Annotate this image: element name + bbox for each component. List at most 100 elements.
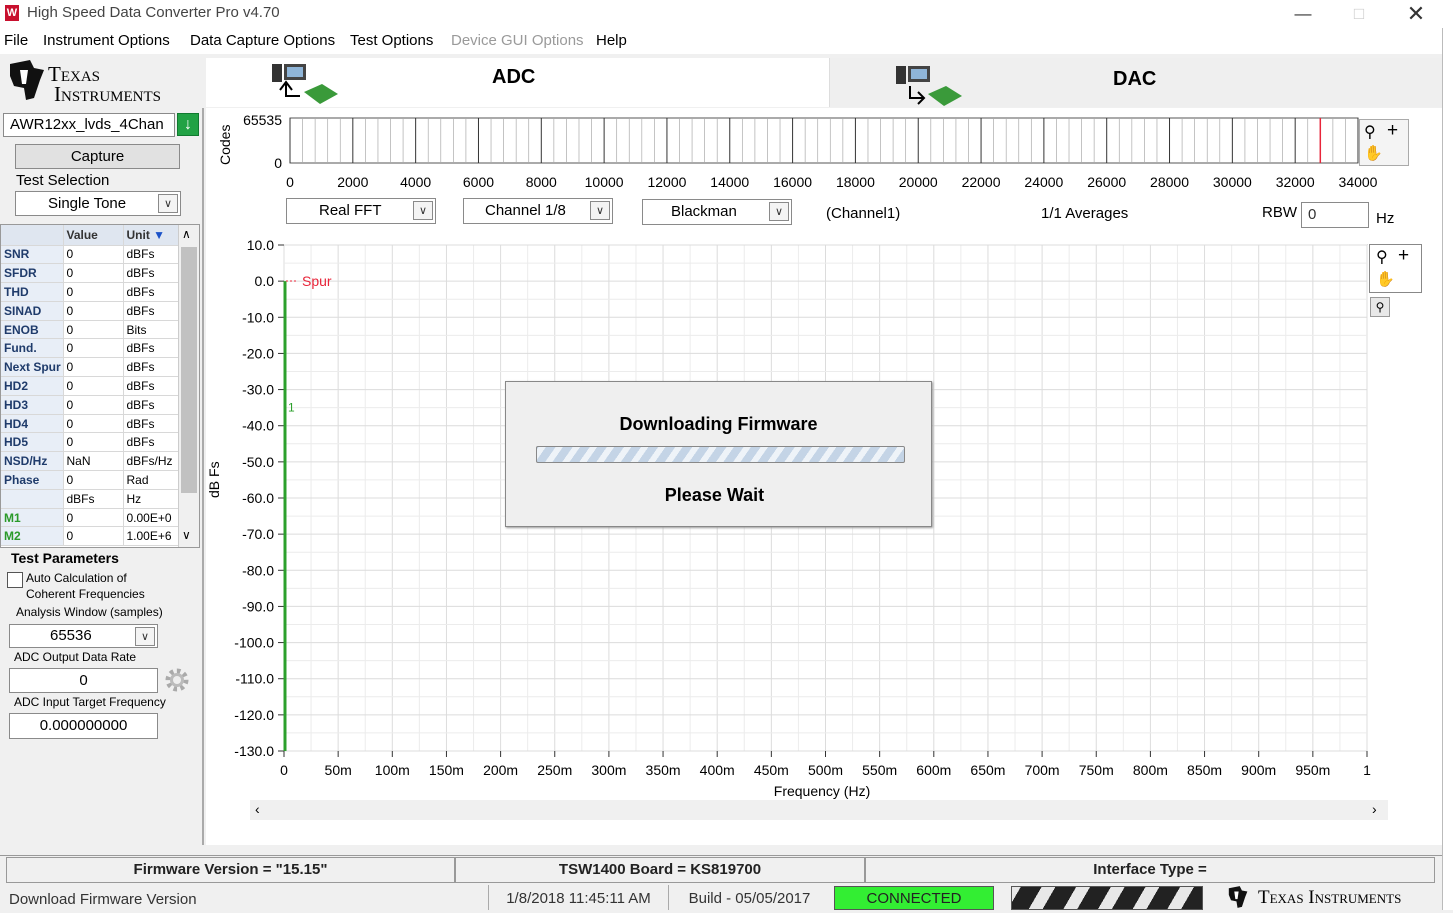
measurements-table: Value Unit ▼ SNR 0 dBFs SFDR 0 dBFs THD 0 dBFs SI… [0, 224, 200, 548]
measurement-name: HD4 [1, 414, 64, 434]
pan-hand-icon[interactable]: ✋ [1364, 144, 1383, 162]
codes-chart: 0 2000 4000 6000 8000 10000 12000 14000 16000 180… [217, 112, 1378, 190]
zoom-icon[interactable]: ⚲ [1364, 122, 1376, 142]
output-rate-label: ADC Output Data Rate [14, 650, 137, 664]
fft-ytick-label: -110.0 [235, 671, 274, 687]
capture-button[interactable]: Capture [15, 144, 180, 169]
menu-data-capture-options[interactable]: Data Capture Options [190, 32, 335, 49]
chevron-down-icon[interactable]: ∨ [413, 201, 433, 220]
tab-dac[interactable]: DAC [829, 58, 1442, 107]
measurement-name: HD5 [1, 432, 64, 453]
fft-xtick-label: 950m [1295, 762, 1330, 778]
scroll-up-icon[interactable]: ∧ [182, 227, 191, 241]
table-row[interactable]: SFDR 0 dBFs [1, 263, 179, 284]
measurement-value: dBFs [63, 489, 124, 509]
menu-instrument-options[interactable]: Instrument Options [43, 32, 170, 49]
chevron-down-icon[interactable]: ∨ [135, 627, 155, 646]
table-row[interactable]: SINAD 0 dBFs [1, 301, 179, 321]
codes-xtick-label: 18000 [836, 174, 875, 190]
adc-device-icon [272, 64, 338, 104]
table-row[interactable]: HD2 0 dBFs [1, 376, 179, 396]
table-row[interactable]: HD3 0 dBFs [1, 395, 179, 415]
table-row[interactable]: HD5 0 dBFs [1, 432, 179, 453]
auto-calc-checkbox[interactable] [7, 572, 23, 588]
auto-calc-label: Auto Calculation of Coherent Frequencies [26, 571, 145, 601]
rbw-input[interactable]: 0 [1301, 202, 1369, 228]
table-row[interactable]: NSD/Hz NaN dBFs/Hz [1, 451, 179, 472]
target-freq-input[interactable]: 0.000000000 [9, 713, 158, 739]
tab-adc[interactable]: ADC [206, 58, 829, 107]
header-unit[interactable]: Unit ▼ [123, 225, 179, 246]
chevron-down-icon[interactable]: ∨ [769, 202, 789, 221]
table-row[interactable]: M2 0 1.00E+6 [1, 526, 179, 547]
fft-xtick-label: 850m [1187, 762, 1222, 778]
scroll-down-icon[interactable]: ∨ [182, 528, 191, 542]
close-button[interactable]: ✕ [1393, 2, 1439, 26]
test-selection-combo[interactable]: Single Tone ∨ [15, 191, 181, 216]
crosshair-icon[interactable]: + [1387, 120, 1398, 142]
codes-xtick-label: 10000 [585, 174, 624, 190]
output-rate-input[interactable]: 0 [9, 668, 158, 693]
measurement-value: NaN [63, 451, 124, 472]
app-icon: W [5, 5, 19, 21]
measurement-value: 0 [63, 508, 124, 528]
gear-icon[interactable] [164, 667, 190, 693]
codes-plot-frame [289, 117, 1359, 164]
device-select[interactable]: AWR12xx_lvds_4Chan [3, 113, 175, 137]
measurement-unit: Rad [123, 470, 179, 490]
channel-combo[interactable]: Channel 1/8 ∨ [463, 198, 613, 224]
codes-xtick-label: 20000 [899, 174, 938, 190]
measurement-name: HD3 [1, 395, 64, 415]
maximize-button[interactable]: □ [1336, 2, 1382, 26]
board-status: TSW1400 Board = KS819700 [455, 857, 865, 883]
table-row[interactable]: Next Spur 0 dBFs [1, 357, 179, 378]
scroll-right-icon[interactable]: › [1372, 801, 1377, 817]
table-row[interactable]: HD4 0 dBFs [1, 414, 179, 434]
scroll-thumb[interactable] [181, 247, 197, 493]
table-header: Value Unit ▼ [1, 225, 179, 246]
chevron-down-icon[interactable]: ∨ [590, 201, 610, 220]
table-row[interactable]: Fund. 0 dBFs [1, 338, 179, 359]
fft-xtick-label: 100m [375, 762, 410, 778]
crosshair-icon[interactable]: + [1398, 245, 1409, 267]
codes-ylabel: Codes [217, 125, 233, 165]
pan-hand-icon[interactable]: ✋ [1376, 270, 1395, 288]
window-combo[interactable]: Blackman ∨ [642, 199, 792, 225]
table-row[interactable]: THD 0 dBFs [1, 282, 179, 302]
codes-xtick-label: 2000 [337, 174, 368, 190]
fft-horizontal-scrollbar[interactable]: ‹ › [250, 800, 1388, 820]
table-row[interactable]: dBFs Hz [1, 489, 179, 509]
menu-bar: File Instrument Options Data Capture Opt… [0, 28, 1442, 54]
fft-ylabel: dB Fs [206, 461, 222, 498]
menu-help[interactable]: Help [596, 32, 627, 49]
zoom-icon[interactable]: ⚲ [1376, 247, 1388, 267]
table-row[interactable]: Phase 0 Rad [1, 470, 179, 490]
table-row[interactable]: SNR 0 dBFs [1, 245, 179, 265]
minimize-button[interactable]: — [1280, 2, 1326, 26]
window-value: Blackman [671, 203, 737, 220]
test-selection-value: Single Tone [48, 195, 127, 212]
fft-xtick-label: 400m [700, 762, 735, 778]
cursor-tool-icon[interactable]: ⚲ [1370, 297, 1390, 317]
measurements-scrollbar[interactable]: ∧ ∨ [178, 225, 199, 547]
ti-logo: Texas Instruments [2, 58, 202, 108]
fft-graph-palette: ⚲ + ✋ [1369, 244, 1422, 293]
analysis-window-combo[interactable]: 65536 ∨ [9, 624, 158, 648]
download-arrow-icon[interactable]: ↓ [177, 113, 199, 136]
interface-status: Interface Type = [865, 857, 1435, 883]
menu-device-gui-options[interactable]: Device GUI Options [451, 32, 584, 49]
fft-type-combo[interactable]: Real FFT ∨ [286, 198, 436, 224]
menu-test-options[interactable]: Test Options [350, 32, 433, 49]
fft-ytick-label: -130.0 [234, 743, 274, 759]
measurement-unit: dBFs/Hz [123, 451, 179, 472]
measurement-unit: dBFs [123, 301, 179, 321]
table-row[interactable]: M1 0 0.00E+0 [1, 508, 179, 528]
table-row[interactable]: ENOB 0 Bits [1, 320, 179, 340]
sort-down-icon[interactable]: ▼ [153, 228, 165, 242]
menu-file[interactable]: File [4, 32, 28, 49]
measurement-unit: dBFs [123, 263, 179, 284]
measurement-unit: dBFs [123, 395, 179, 415]
scroll-left-icon[interactable]: ‹ [255, 801, 260, 817]
chevron-down-icon[interactable]: ∨ [158, 194, 178, 213]
fft-ytick-label: -120.0 [234, 707, 274, 723]
